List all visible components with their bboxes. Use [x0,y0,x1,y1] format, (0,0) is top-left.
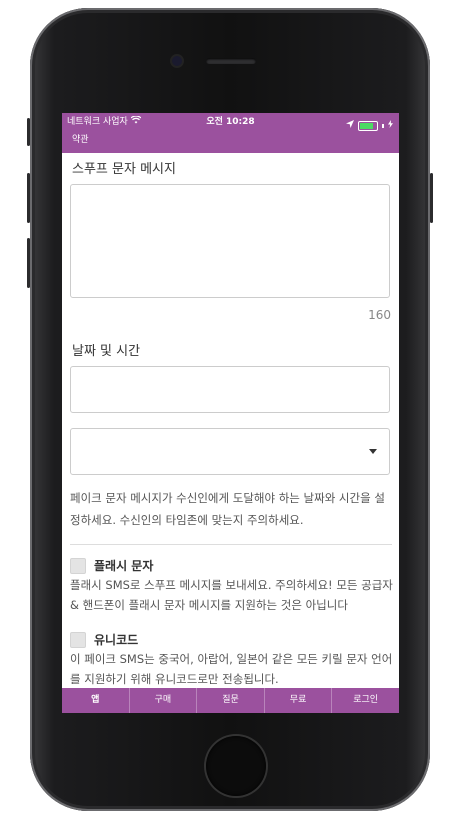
front-camera [172,56,182,66]
mute-switch [27,118,30,146]
tab-purchase[interactable]: 구매 [128,688,197,713]
datetime-label: 날짜 및 시간 [72,344,141,359]
tab-app[interactable]: 앱 [62,688,129,713]
home-button[interactable] [206,736,266,796]
power-button [430,173,433,223]
tab-bar: 앱 구매 질문 무료 로그인 [62,688,399,713]
volume-down-button [27,238,30,288]
phone-screen: 네트워크 사업자 오전 10:28 약관 스푸프 문자 메시지 160 날짜 및… [62,113,399,713]
unicode-label: 유니코드 [94,633,139,647]
status-bar: 네트워크 사업자 오전 10:28 [62,113,399,131]
unicode-checkbox[interactable] [70,631,86,648]
battery-tip [382,124,384,128]
divider [70,544,392,545]
tab-faq[interactable]: 질문 [196,688,264,713]
datetime-help: 페이크 문자 메시지가 수신인에게 도달해야 하는 날짜와 시간을 설정하세요.… [70,491,385,527]
message-label: 스푸프 문자 메시지 [72,162,176,177]
time-select[interactable] [70,428,390,475]
flash-label: 플래시 문자 [94,559,154,573]
unicode-option[interactable]: 유니코드 [70,631,138,648]
nav-title: 약관 [72,135,89,145]
tab-free[interactable]: 무료 [263,688,332,713]
flash-option[interactable]: 플래시 문자 [70,557,153,574]
tab-login[interactable]: 로그인 [331,688,399,713]
char-count: 160 [368,308,391,322]
flash-checkbox[interactable] [70,557,86,574]
message-textarea[interactable] [70,184,390,298]
battery-icon [358,121,378,131]
dropdown-caret-icon [369,449,377,454]
volume-up-button [27,173,30,223]
date-input[interactable] [70,366,390,413]
form-content: 스푸프 문자 메시지 160 날짜 및 시간 페이크 문자 메시지가 수신인에게… [62,153,399,688]
earpiece-speaker [206,58,256,64]
unicode-description: 이 페이크 SMS는 중국어, 아랍어, 일본어 같은 모든 키릴 문자 언어를… [70,652,393,686]
flash-description: 플래시 SMS로 스푸프 메시지를 보내세요. 주의하세요! 모든 공급자 & … [70,578,393,612]
nav-bar: 약관 [62,131,399,153]
